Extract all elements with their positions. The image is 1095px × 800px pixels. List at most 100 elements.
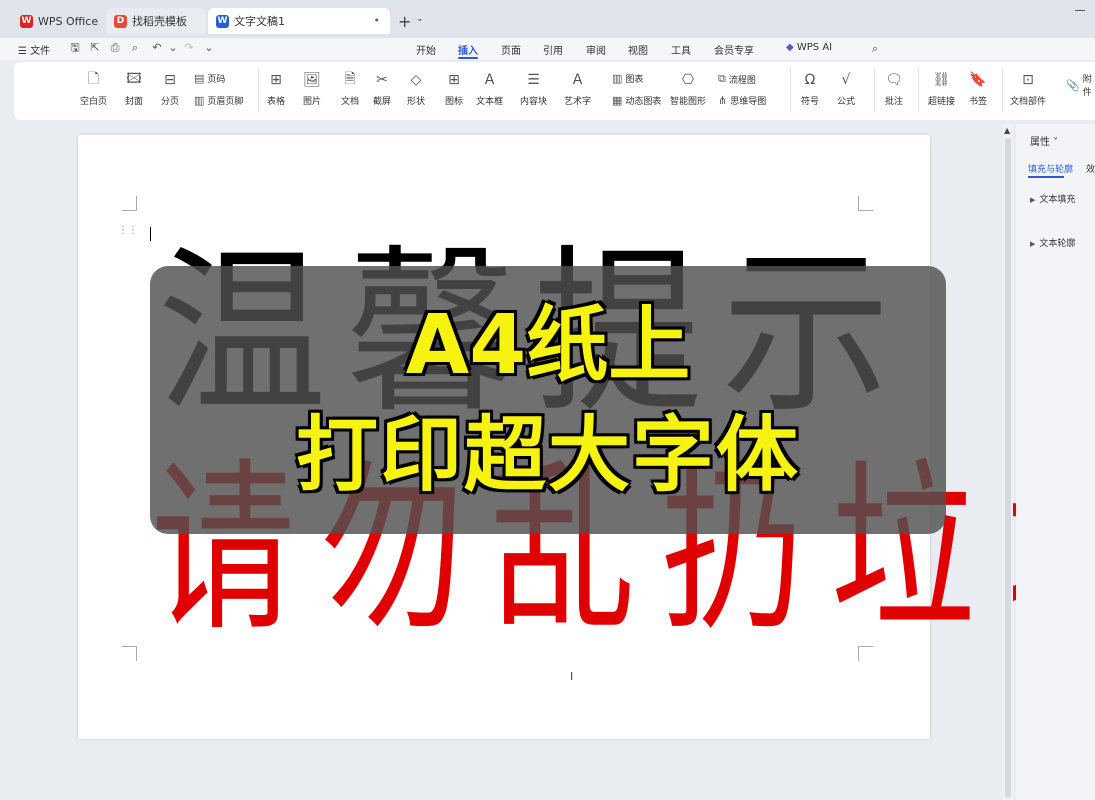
ribbon-label: 艺术字 bbox=[564, 97, 592, 107]
symbol-icon: Ω bbox=[804, 72, 816, 88]
cover-button[interactable]: 🖾 封面 bbox=[124, 70, 144, 107]
comment-button[interactable]: 🗨 批注 bbox=[884, 70, 904, 107]
text-outline-section[interactable]: ▶ 文本轮廓 bbox=[1030, 236, 1075, 249]
ribbon-separator bbox=[918, 68, 919, 112]
text-fill-section[interactable]: ▶ 文本填充 bbox=[1030, 192, 1075, 205]
chart-button[interactable]: ▥ 图表 bbox=[612, 72, 643, 85]
wps-ai-icon: ◆ bbox=[786, 42, 794, 53]
menu-tab-view[interactable]: 视图 bbox=[628, 42, 648, 57]
ribbon-label: 图片 bbox=[302, 97, 321, 107]
page-break-button[interactable]: ⊟ 分页 bbox=[160, 70, 180, 107]
bookmark-icon: 🔖 bbox=[969, 72, 987, 88]
menu-tab-wps-ai[interactable]: ◆ WPS AI bbox=[786, 42, 832, 53]
active-tab-indicator bbox=[458, 57, 478, 59]
menu-tab-tools[interactable]: 工具 bbox=[671, 42, 691, 57]
formula-icon: √ bbox=[841, 72, 851, 88]
search-icon[interactable]: ⌕ bbox=[872, 42, 878, 56]
close-dot-icon[interactable]: • bbox=[374, 14, 381, 27]
scroll-up-arrow-icon[interactable]: ▲ bbox=[1004, 126, 1010, 135]
ribbon-label: 空白页 bbox=[80, 97, 108, 107]
ribbon-small-label: 思维导图 bbox=[730, 97, 767, 107]
chart-icon: ▥ bbox=[612, 72, 623, 85]
ribbon-label: 文档 bbox=[340, 97, 359, 107]
attachment-button[interactable]: 📎 附件 bbox=[1066, 72, 1095, 98]
formula-button[interactable]: √ 公式 bbox=[836, 70, 856, 107]
document-button[interactable]: 🗎 文档 bbox=[340, 70, 360, 107]
caption-line-1: A4纸上 bbox=[404, 297, 692, 395]
screenshot-button[interactable]: ✂ 截屏 bbox=[372, 70, 392, 107]
hyperlink-button[interactable]: ⛓ 超链接 bbox=[928, 70, 955, 107]
icons-button[interactable]: ⊞ 图标 bbox=[444, 70, 464, 107]
ribbon-label: 图标 bbox=[444, 97, 463, 107]
chevron-down-icon[interactable]: ⌄ bbox=[416, 14, 424, 24]
ribbon-small-label: 动态图表 bbox=[625, 97, 662, 107]
margin-corner-mark bbox=[122, 646, 137, 661]
expand-triangle-icon: ▶ bbox=[1030, 196, 1036, 204]
symbol-button[interactable]: Ω 符号 bbox=[800, 70, 820, 107]
ribbon-label: 截屏 bbox=[372, 97, 391, 107]
icons-icon: ⊞ bbox=[448, 72, 460, 88]
smartart-icon: ⎔ bbox=[681, 72, 695, 88]
file-menu-button[interactable]: ☰ 文件 bbox=[18, 42, 50, 57]
tab-template[interactable]: D 找稻壳模板 bbox=[106, 8, 206, 34]
paragraph-drag-handle-icon[interactable]: ⋮⋮ bbox=[118, 225, 138, 236]
print-preview-icon[interactable]: ⌕ bbox=[128, 41, 142, 55]
section-label: 文本轮廓 bbox=[1039, 239, 1076, 249]
menu-tab-references[interactable]: 引用 bbox=[543, 42, 563, 57]
content-block-button[interactable]: ☰ 内容块 bbox=[520, 70, 547, 107]
menu-tab-page[interactable]: 页面 bbox=[501, 42, 521, 57]
ribbon-label: 公式 bbox=[836, 97, 855, 107]
save-icon[interactable]: 🖫 bbox=[68, 41, 82, 55]
menu-tab-review[interactable]: 审阅 bbox=[586, 42, 606, 57]
comment-icon: 🗨 bbox=[885, 72, 903, 88]
export-icon[interactable]: ⇱ bbox=[88, 41, 102, 55]
tab-wps-office[interactable]: W WPS Office bbox=[12, 8, 102, 34]
print-icon[interactable]: ⎙ bbox=[108, 41, 122, 55]
mindmap-icon: ⋔ bbox=[718, 94, 728, 107]
textbox-icon: A bbox=[484, 72, 495, 88]
properties-title[interactable]: 属性 ˅ bbox=[1030, 133, 1058, 148]
menu-tab-insert[interactable]: 插入 bbox=[458, 42, 478, 57]
ribbon-label: 超链接 bbox=[928, 97, 956, 107]
picture-button[interactable]: 🖼 图片 bbox=[302, 70, 322, 107]
content-block-icon: ☰ bbox=[527, 72, 540, 88]
mindmap-button[interactable]: ⋔ 思维导图 bbox=[718, 94, 766, 107]
screenshot-icon: ✂ bbox=[376, 72, 388, 88]
dynamic-chart-button[interactable]: ▦ 动态图表 bbox=[612, 94, 661, 107]
menu-tab-home[interactable]: 开始 bbox=[416, 42, 436, 57]
more-chevron-icon[interactable]: ⌄ bbox=[202, 41, 216, 55]
header-footer-icon: ▥ bbox=[194, 94, 205, 107]
wordart-icon: A bbox=[572, 72, 583, 88]
redo-icon[interactable]: ↷ bbox=[182, 41, 196, 55]
tab-document[interactable]: W 文字文稿1 • bbox=[208, 8, 390, 34]
bookmark-button[interactable]: 🔖 书签 bbox=[968, 70, 988, 107]
minimize-icon[interactable] bbox=[1075, 10, 1085, 11]
scrollbar-thumb[interactable] bbox=[1005, 138, 1011, 798]
vertical-scrollbar[interactable]: ▲ bbox=[1003, 124, 1013, 800]
textbox-button[interactable]: A 文本框 bbox=[476, 70, 503, 107]
doc-parts-button[interactable]: ⊡ 文档部件 bbox=[1010, 70, 1046, 107]
flowchart-button[interactable]: ⧉ 流程图 bbox=[718, 72, 756, 86]
table-button[interactable]: ⊞ 表格 bbox=[266, 70, 286, 107]
ribbon-separator bbox=[874, 68, 875, 112]
undo-menu-icon[interactable]: ⌄ bbox=[166, 41, 180, 55]
blank-page-button[interactable]: 🗋 空白页 bbox=[80, 70, 107, 107]
header-footer-button[interactable]: ▥ 页眉页脚 bbox=[194, 94, 243, 107]
picture-icon: 🖼 bbox=[303, 72, 321, 88]
shape-button[interactable]: ◇ 形状 bbox=[406, 70, 426, 107]
undo-icon[interactable]: ↶ bbox=[150, 41, 164, 55]
ibeam-cursor-icon: I bbox=[570, 670, 574, 683]
attachment-icon: 📎 bbox=[1066, 78, 1080, 92]
ribbon-label: 批注 bbox=[884, 97, 903, 107]
wordart-button[interactable]: A 艺术字 bbox=[564, 70, 591, 107]
ribbon-small-label: 附件 bbox=[1082, 75, 1092, 98]
wps-ai-label: WPS AI bbox=[796, 42, 833, 53]
tab-effects[interactable]: 效 bbox=[1086, 162, 1095, 175]
doc-parts-icon: ⊡ bbox=[1022, 72, 1034, 88]
document-icon: 🗎 bbox=[344, 71, 356, 87]
menu-tab-member[interactable]: 会员专享 bbox=[714, 42, 754, 57]
new-tab-plus-icon[interactable]: + bbox=[398, 12, 411, 31]
tab-fill-outline[interactable]: 填充与轮廓 bbox=[1028, 162, 1073, 175]
smartart-button[interactable]: ⎔ 智能图形 bbox=[670, 70, 706, 107]
page-number-button[interactable]: ▤ 页码 bbox=[194, 72, 225, 85]
